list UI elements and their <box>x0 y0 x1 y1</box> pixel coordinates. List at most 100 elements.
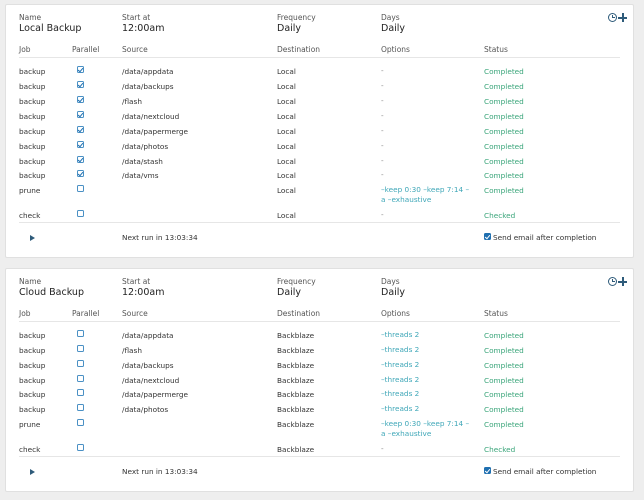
destination-cell: Local <box>277 67 296 76</box>
parallel-checkbox[interactable] <box>77 185 84 192</box>
parallel-checkbox[interactable] <box>77 360 84 367</box>
email-checkbox[interactable] <box>484 233 491 240</box>
status-cell: Checked <box>484 211 516 220</box>
column-header-options: Options <box>381 309 410 318</box>
options-cell: - <box>381 111 384 120</box>
clock-icon[interactable] <box>608 277 617 286</box>
status-cell: Completed <box>484 361 524 370</box>
job-cell: prune <box>19 186 41 195</box>
schedule-start-at-label: Start at <box>122 277 151 286</box>
destination-cell: Local <box>277 171 296 180</box>
column-header-destination: Destination <box>277 45 321 54</box>
destination-cell: Local <box>277 127 296 136</box>
source-cell: /data/photos <box>122 405 169 414</box>
status-cell: Checked <box>484 445 516 454</box>
parallel-checkbox[interactable] <box>77 389 84 396</box>
parallel-checkbox[interactable] <box>77 96 84 103</box>
options-cell: –threads 2 <box>381 375 420 384</box>
parallel-checkbox[interactable] <box>77 111 84 118</box>
email-label: Send email after completion <box>493 467 597 476</box>
options-cell: - <box>381 170 384 179</box>
options-cell: - <box>381 66 384 75</box>
job-cell: backup <box>19 127 46 136</box>
options-cell: - <box>381 126 384 135</box>
parallel-checkbox[interactable] <box>77 141 84 148</box>
footer-divider <box>19 222 620 223</box>
source-cell: /data/stash <box>122 157 163 166</box>
parallel-checkbox[interactable] <box>77 375 84 382</box>
source-cell: /data/papermerge <box>122 127 189 136</box>
schedule-name-label: Name <box>19 277 42 286</box>
status-cell: Completed <box>484 112 524 121</box>
schedule-days-label: Days <box>381 277 400 286</box>
schedule-frequency: Daily <box>277 287 302 298</box>
status-cell: Completed <box>484 331 524 340</box>
parallel-checkbox[interactable] <box>77 81 84 88</box>
destination-cell: Backblaze <box>277 346 315 355</box>
destination-cell: Local <box>277 186 296 195</box>
plus-icon[interactable] <box>618 13 627 22</box>
destination-cell: Local <box>277 82 296 91</box>
clock-icon[interactable] <box>608 13 617 22</box>
column-header-source: Source <box>122 45 148 54</box>
column-header-job: Job <box>19 45 31 54</box>
job-cell: backup <box>19 142 46 151</box>
status-cell: Completed <box>484 420 524 429</box>
play-icon[interactable] <box>30 235 35 241</box>
next-run-text: Next run in 13:03:34 <box>122 467 198 476</box>
options-cell: - <box>381 444 384 453</box>
parallel-checkbox[interactable] <box>77 444 84 451</box>
job-cell: backup <box>19 157 46 166</box>
job-cell: backup <box>19 112 46 121</box>
source-cell: /data/backups <box>122 82 174 91</box>
options-cell: - <box>381 96 384 105</box>
job-cell: check <box>19 445 41 454</box>
options-cell: –threads 2 <box>381 404 420 413</box>
parallel-checkbox[interactable] <box>77 330 84 337</box>
destination-cell: Backblaze <box>277 445 315 454</box>
parallel-checkbox[interactable] <box>77 126 84 133</box>
destination-cell: Local <box>277 211 296 220</box>
schedule-days-label: Days <box>381 13 400 22</box>
status-cell: Completed <box>484 171 524 180</box>
source-cell: /data/nextcloud <box>122 376 180 385</box>
schedule-days: Daily <box>381 287 406 298</box>
schedule-start-at: 12:00am <box>122 23 165 34</box>
source-cell: /data/appdata <box>122 67 174 76</box>
options-cell: –keep 0:30 –keep 7:14 –a –exhaustive <box>381 419 470 438</box>
parallel-checkbox[interactable] <box>77 404 84 411</box>
status-cell: Completed <box>484 82 524 91</box>
status-cell: Completed <box>484 67 524 76</box>
schedule-name-label: Name <box>19 13 42 22</box>
column-header-status: Status <box>484 309 508 318</box>
source-cell: /data/appdata <box>122 331 174 340</box>
schedule-frequency-label: Frequency <box>277 13 316 22</box>
parallel-checkbox[interactable] <box>77 66 84 73</box>
job-cell: backup <box>19 376 46 385</box>
status-cell: Completed <box>484 405 524 414</box>
options-cell: - <box>381 81 384 90</box>
destination-cell: Local <box>277 97 296 106</box>
parallel-checkbox[interactable] <box>77 345 84 352</box>
column-header-job: Job <box>19 309 31 318</box>
source-cell: /data/papermerge <box>122 390 189 399</box>
column-header-source: Source <box>122 309 148 318</box>
parallel-checkbox[interactable] <box>77 210 84 217</box>
email-checkbox[interactable] <box>484 467 491 474</box>
email-label: Send email after completion <box>493 233 597 242</box>
plus-icon[interactable] <box>618 277 627 286</box>
parallel-checkbox[interactable] <box>77 419 84 426</box>
job-cell: backup <box>19 346 46 355</box>
status-cell: Completed <box>484 97 524 106</box>
header-divider <box>19 321 620 322</box>
header-divider <box>19 57 620 58</box>
play-icon[interactable] <box>30 469 35 475</box>
source-cell: /data/nextcloud <box>122 112 180 121</box>
parallel-checkbox[interactable] <box>77 170 84 177</box>
job-cell: backup <box>19 331 46 340</box>
column-header-parallel: Parallel <box>72 309 100 318</box>
parallel-checkbox[interactable] <box>77 156 84 163</box>
status-cell: Completed <box>484 390 524 399</box>
destination-cell: Backblaze <box>277 390 315 399</box>
destination-cell: Backblaze <box>277 420 315 429</box>
